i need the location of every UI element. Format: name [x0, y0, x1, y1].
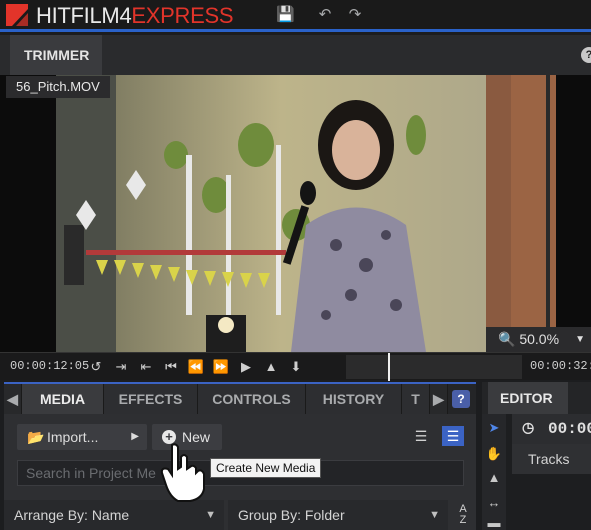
tab-media[interactable]: MEDIA — [22, 384, 104, 414]
title-bar: HITFILM4EXPRESS 💾 ↶ ↷ — [0, 0, 591, 32]
razor-tool-icon[interactable]: ▲ — [485, 469, 503, 487]
scroll-left-icon[interactable]: ◀ — [4, 384, 22, 414]
redo-icon[interactable]: ↷ — [346, 6, 364, 24]
undo-icon[interactable]: ↶ — [316, 6, 334, 24]
slide-tool-icon[interactable]: ▬ — [485, 514, 503, 530]
editor-header: EDITOR — [482, 382, 591, 414]
go-to-start-icon[interactable]: ⏮ — [162, 358, 180, 376]
trimmer-header: TRIMMER ? — [0, 35, 591, 75]
playhead[interactable] — [388, 353, 390, 381]
out-timecode[interactable]: 00:00:32:16 — [530, 359, 591, 373]
step-back-icon[interactable]: ⏪ — [187, 358, 205, 376]
trimmer-viewer[interactable]: 56_Pitch.MOV 🔍 50.0% ▼ — [0, 75, 591, 352]
tab-truncated[interactable]: T — [402, 384, 430, 414]
editor-timecode[interactable]: ◷ 00:00 — [512, 414, 591, 444]
scrub-bar[interactable] — [346, 355, 522, 379]
arrange-by-dropdown[interactable]: Arrange By: Name ▼ — [4, 500, 224, 530]
app-logo: HITFILM4EXPRESS — [36, 3, 234, 28]
transport-bar: 00:00:12:05 ↺ ⇥ ⇤ ⏮ ⏪ ⏩ ▶ ▲ ⬇ 00:00:32:1… — [0, 352, 591, 381]
insert-clip-icon[interactable]: ▲ — [262, 358, 280, 376]
mark-in-icon[interactable]: ⇥ — [112, 358, 130, 376]
media-tab-bar: ◀ MEDIA EFFECTS CONTROLS HISTORY T ▶ ? — [4, 382, 476, 414]
chevron-down-icon: ▼ — [205, 509, 216, 521]
play-icon[interactable]: ▶ — [237, 358, 255, 376]
help-icon[interactable]: ? — [452, 390, 470, 408]
chevron-down-icon: ▼ — [575, 334, 585, 345]
clip-name-label: 56_Pitch.MOV — [6, 76, 110, 98]
magnifier-icon: 🔍 — [498, 331, 516, 347]
scroll-right-icon[interactable]: ▶ — [430, 384, 448, 414]
tooltip: Create New Media — [210, 458, 322, 478]
help-icon[interactable]: ? — [581, 47, 591, 63]
trimmer-tab[interactable]: TRIMMER — [10, 35, 102, 75]
hand-tool-icon[interactable]: ✋ — [485, 445, 503, 463]
tab-history[interactable]: HISTORY — [306, 384, 402, 414]
save-icon[interactable]: 💾 — [276, 6, 295, 24]
hitfilm-logo-icon — [6, 4, 28, 26]
tracks-header: Tracks — [512, 444, 591, 474]
group-by-dropdown[interactable]: Group By: Folder ▼ — [228, 500, 448, 530]
slip-tool-icon[interactable]: ↔ — [485, 494, 503, 512]
selection-tool-icon[interactable]: ➤ — [485, 419, 503, 437]
loop-icon[interactable]: ↺ — [87, 358, 105, 376]
folder-icon: 📂 — [27, 429, 45, 445]
chevron-down-icon: ▼ — [429, 509, 440, 521]
in-timecode[interactable]: 00:00:12:05 — [10, 359, 89, 373]
sort-az-icon[interactable]: AZ — [454, 504, 472, 526]
editor-tool-column: ➤ ✋ ▲ ↔ ▬ — [482, 414, 506, 530]
step-forward-icon[interactable]: ⏩ — [212, 358, 230, 376]
tab-controls[interactable]: CONTROLS — [198, 384, 306, 414]
import-button[interactable]: 📂 Import... ▶ — [17, 424, 147, 450]
chevron-right-icon: ▶ — [131, 431, 139, 442]
editor-tab[interactable]: EDITOR — [488, 382, 568, 414]
editor-panel: ➤ ✋ ▲ ↔ ▬ ◷ 00:00 Tracks — [482, 414, 591, 530]
plus-icon: + — [162, 430, 176, 444]
list-view-icon[interactable]: ☰ — [412, 428, 430, 444]
clock-icon: ◷ — [522, 421, 535, 437]
detail-view-icon[interactable]: ☰ — [442, 426, 464, 446]
overlay-clip-icon[interactable]: ⬇ — [287, 358, 305, 376]
zoom-dropdown[interactable]: 🔍 50.0% ▼ — [486, 327, 591, 352]
tab-effects[interactable]: EFFECTS — [104, 384, 198, 414]
mark-out-icon[interactable]: ⇤ — [137, 358, 155, 376]
hand-cursor-icon — [160, 443, 205, 502]
video-frame-image — [56, 75, 556, 352]
